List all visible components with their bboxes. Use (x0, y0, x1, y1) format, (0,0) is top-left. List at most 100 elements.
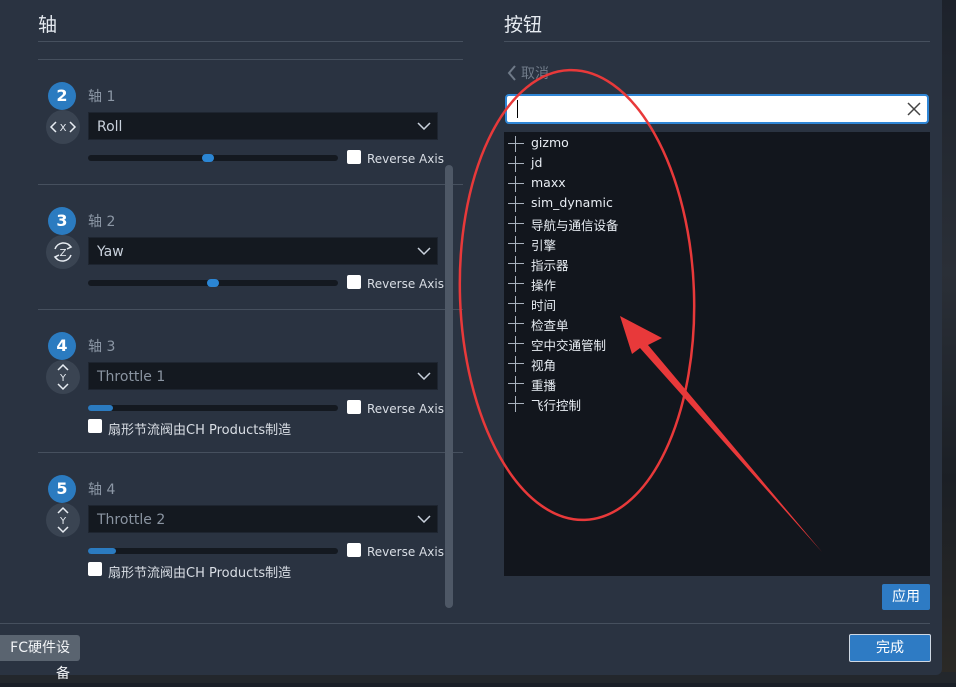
apply-button[interactable]: 应用 (882, 584, 930, 610)
tree-item[interactable]: maxx (504, 173, 924, 193)
expand-plus-icon[interactable] (508, 296, 524, 312)
footer-divider (0, 623, 930, 624)
tree-item[interactable]: gizmo (504, 133, 924, 153)
tree-item[interactable]: 导航与通信设备 (504, 213, 924, 233)
tree-item-label: 视角 (531, 358, 557, 373)
expand-plus-icon[interactable] (508, 176, 524, 192)
axis-number-badge: 4 (48, 332, 76, 360)
expand-plus-icon[interactable] (508, 256, 524, 272)
axis-number-badge: 3 (48, 207, 76, 235)
axis-function-dropdown[interactable]: Throttle 1 (88, 362, 438, 390)
axis-y-icon: Y (46, 503, 80, 537)
background-scene (940, 0, 956, 683)
tree-item-label: 重播 (531, 378, 557, 393)
expand-plus-icon[interactable] (508, 156, 524, 172)
reverse-axis-checkbox[interactable] (347, 150, 361, 164)
axis-slider[interactable] (88, 548, 338, 554)
slider-fill (88, 548, 116, 554)
tree-item[interactable]: 空中交通管制 (504, 333, 924, 353)
chevron-down-icon (417, 122, 431, 130)
tree-item[interactable]: 重播 (504, 373, 924, 393)
axes-scrollbar[interactable] (445, 165, 453, 608)
tree-item-label: 指示器 (531, 258, 569, 273)
axis-x-icon: X (46, 110, 80, 144)
search-input[interactable] (515, 98, 899, 122)
reverse-axis-checkbox[interactable] (347, 275, 361, 289)
reverse-axis-label: Reverse Axis (367, 402, 444, 416)
expand-plus-icon[interactable] (508, 216, 524, 232)
axis-number-badge: 2 (48, 82, 76, 110)
slider-thumb[interactable] (207, 279, 219, 287)
dropdown-value: Yaw (97, 244, 124, 260)
axis-function-dropdown[interactable]: Roll (88, 112, 438, 140)
tree-item-label: 检查单 (531, 318, 569, 333)
expand-plus-icon[interactable] (508, 376, 524, 392)
expand-plus-icon[interactable] (508, 136, 524, 152)
axis-label: 轴 2 (88, 214, 116, 230)
search-box[interactable] (505, 94, 929, 124)
tree-item[interactable]: jd (504, 153, 924, 173)
tree-item-label: gizmo (531, 135, 569, 150)
svg-text:Y: Y (59, 516, 67, 527)
axis-slider[interactable] (88, 405, 338, 411)
tree-item[interactable]: 飞行控制 (504, 393, 924, 413)
axis-label: 轴 1 (88, 89, 116, 105)
tree-item[interactable]: sim_dynamic (504, 193, 924, 213)
tree-item[interactable]: 检查单 (504, 313, 924, 333)
dropdown-value: Throttle 1 (97, 369, 166, 385)
chevron-down-icon (417, 372, 431, 380)
tree-item-label: maxx (531, 175, 566, 190)
expand-plus-icon[interactable] (508, 316, 524, 332)
ch-throttle-label: 扇形节流阀由CH Products制造 (108, 566, 292, 581)
expand-plus-icon[interactable] (508, 396, 524, 412)
tree-item[interactable]: 视角 (504, 353, 924, 373)
done-button[interactable]: 完成 (849, 634, 931, 662)
slider-fill (88, 405, 113, 411)
slider-thumb[interactable] (202, 154, 214, 162)
axis-number-badge: 5 (48, 475, 76, 503)
tree-item[interactable]: 引擎 (504, 233, 924, 253)
chevron-down-icon (417, 247, 431, 255)
dropdown-value: Throttle 2 (97, 512, 166, 528)
text-caret (517, 100, 518, 118)
reverse-axis-checkbox[interactable] (347, 400, 361, 414)
tree-item-label: sim_dynamic (531, 195, 613, 210)
axis-slider[interactable] (88, 154, 338, 162)
expand-plus-icon[interactable] (508, 196, 524, 212)
expand-plus-icon[interactable] (508, 356, 524, 372)
command-tree: gizmo jd maxx sim_dynamic 导航与通信设备 引擎指示器操作 时间检查… (504, 132, 930, 576)
divider (504, 41, 930, 42)
expand-plus-icon[interactable] (508, 336, 524, 352)
axis-label: 轴 3 (88, 339, 116, 355)
reverse-axis-label: Reverse Axis (367, 545, 444, 559)
expand-plus-icon[interactable] (508, 276, 524, 292)
tree-item[interactable]: 指示器 (504, 253, 924, 273)
reverse-axis-checkbox[interactable] (347, 543, 361, 557)
tree-item-label: 导航与通信设备 (531, 218, 619, 233)
axis-label: 轴 4 (88, 482, 116, 498)
tree-item[interactable]: 操作 (504, 273, 924, 293)
ch-throttle-label: 扇形节流阀由CH Products制造 (108, 423, 292, 438)
svg-text:Y: Y (59, 373, 67, 384)
tree-item-label: jd (531, 155, 543, 170)
tree-item-label: 操作 (531, 278, 557, 293)
gfc-hardware-button[interactable]: FC硬件设备 (0, 635, 80, 682)
axes-section-title: 轴 (38, 14, 58, 36)
tree-item-label: 引擎 (531, 238, 557, 253)
axis-function-dropdown[interactable]: Yaw (88, 237, 438, 265)
close-icon[interactable] (907, 102, 921, 116)
tree-item-label: 飞行控制 (531, 398, 582, 413)
axis-y-icon: Y (46, 360, 80, 394)
expand-plus-icon[interactable] (508, 236, 524, 252)
chevron-down-icon (417, 515, 431, 523)
chevron-left-icon (507, 65, 516, 81)
ch-throttle-checkbox[interactable] (88, 562, 102, 576)
axis-function-dropdown[interactable]: Throttle 2 (88, 505, 438, 533)
buttons-section-title: 按钮 (504, 14, 543, 36)
divider (38, 309, 463, 310)
tree-item-label: 空中交通管制 (531, 338, 607, 353)
axis-slider[interactable] (88, 279, 338, 287)
svg-text:Z: Z (60, 248, 67, 259)
tree-item[interactable]: 时间 (504, 293, 924, 313)
ch-throttle-checkbox[interactable] (88, 419, 102, 433)
